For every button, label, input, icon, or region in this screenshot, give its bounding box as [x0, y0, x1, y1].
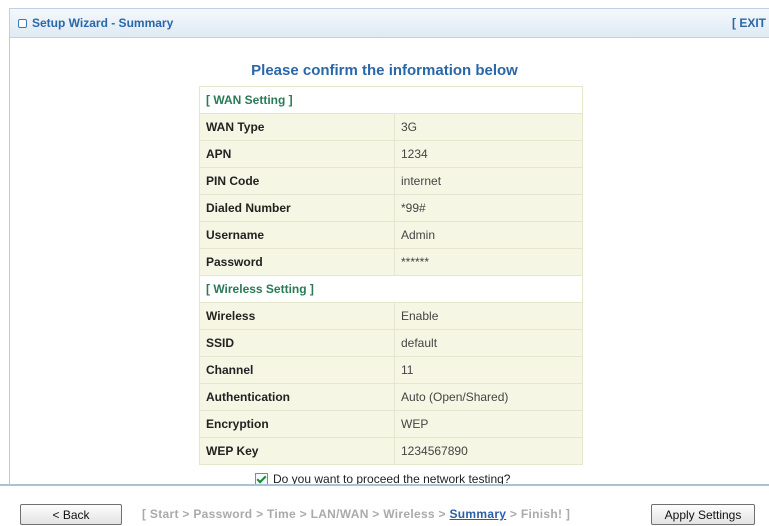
apply-settings-button[interactable]: Apply Settings: [651, 504, 755, 525]
table-row: WAN Type 3G: [199, 113, 583, 141]
wan-section-title: [ WAN Setting ]: [199, 86, 583, 114]
row-label: WEP Key: [199, 437, 395, 465]
row-value: default: [394, 329, 583, 357]
row-label: Username: [199, 221, 395, 249]
table-row: SSID default: [199, 329, 583, 357]
row-label: PIN Code: [199, 167, 395, 195]
section-row-wan: [ WAN Setting ]: [199, 86, 583, 114]
row-label: Password: [199, 248, 395, 276]
row-value: 3G: [394, 113, 583, 141]
summary-table: [ WAN Setting ] WAN Type 3G APN 1234 PIN…: [199, 86, 583, 465]
table-row: Channel 11: [199, 356, 583, 384]
table-row: Wireless Enable: [199, 302, 583, 330]
row-label: Authentication: [199, 383, 395, 411]
wizard-steps: [ Start > Password > Time > LAN/WAN > Wi…: [142, 507, 570, 521]
row-label: Channel: [199, 356, 395, 384]
table-row: Dialed Number *99#: [199, 194, 583, 222]
table-row: Encryption WEP: [199, 410, 583, 438]
section-row-wireless: [ Wireless Setting ]: [199, 275, 583, 303]
row-value: ******: [394, 248, 583, 276]
wireless-section-title: [ Wireless Setting ]: [199, 275, 583, 303]
table-row: Password ******: [199, 248, 583, 276]
row-value: 11: [394, 356, 583, 384]
table-row: Username Admin: [199, 221, 583, 249]
title-bar: Setup Wizard - Summary [ EXIT: [9, 8, 769, 38]
row-label: WAN Type: [199, 113, 395, 141]
table-row: APN 1234: [199, 140, 583, 168]
confirm-heading: Please confirm the information below: [251, 62, 518, 79]
row-label: APN: [199, 140, 395, 168]
row-value: WEP: [394, 410, 583, 438]
page-title: Setup Wizard - Summary: [32, 16, 174, 30]
table-row: WEP Key 1234567890: [199, 437, 583, 465]
steps-after: > Finish! ]: [506, 507, 571, 521]
exit-link[interactable]: [ EXIT: [732, 16, 766, 30]
row-label: Wireless: [199, 302, 395, 330]
table-row: Authentication Auto (Open/Shared): [199, 383, 583, 411]
back-button[interactable]: < Back: [20, 504, 122, 525]
current-step-link[interactable]: Summary: [449, 507, 506, 521]
row-value: Admin: [394, 221, 583, 249]
row-value: Enable: [394, 302, 583, 330]
row-label: Encryption: [199, 410, 395, 438]
row-value: *99#: [394, 194, 583, 222]
row-value: Auto (Open/Shared): [394, 383, 583, 411]
table-row: PIN Code internet: [199, 167, 583, 195]
row-value: 1234: [394, 140, 583, 168]
row-value: internet: [394, 167, 583, 195]
row-value: 1234567890: [394, 437, 583, 465]
window-icon: [18, 19, 27, 28]
steps-before: [ Start > Password > Time > LAN/WAN > Wi…: [142, 507, 450, 521]
footer-divider: [0, 484, 769, 486]
row-label: Dialed Number: [199, 194, 395, 222]
row-label: SSID: [199, 329, 395, 357]
